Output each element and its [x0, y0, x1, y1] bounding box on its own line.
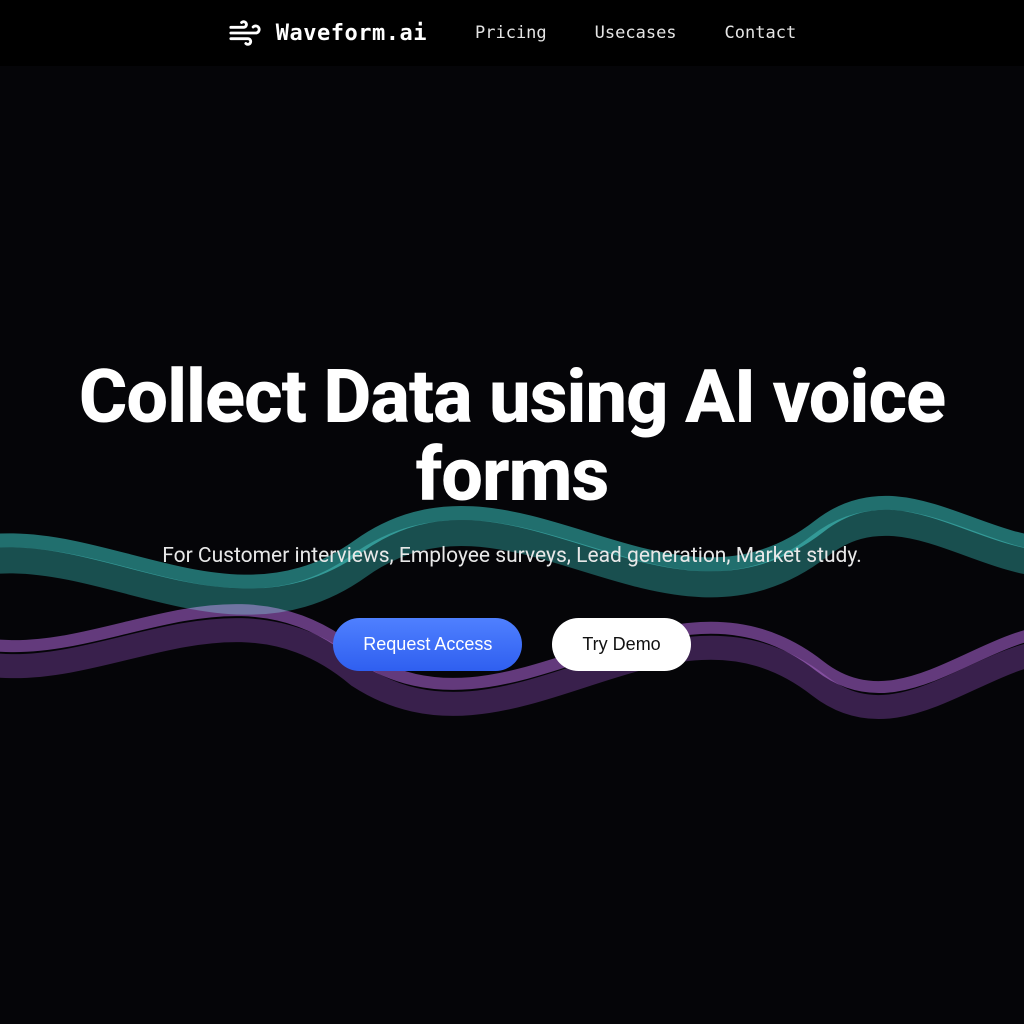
hero-section: Collect Data using AI voice forms For Cu… [0, 66, 1024, 1024]
nav-link-pricing[interactable]: Pricing [475, 23, 547, 43]
wind-icon [228, 16, 262, 50]
cta-row: Request Access Try Demo [333, 618, 690, 671]
brand[interactable]: Waveform.ai [228, 16, 427, 50]
request-access-button[interactable]: Request Access [333, 618, 522, 671]
nav-link-contact[interactable]: Contact [725, 23, 797, 43]
try-demo-button[interactable]: Try Demo [552, 618, 690, 671]
nav-links: Pricing Usecases Contact [475, 23, 796, 43]
hero-headline: Collect Data using AI voice forms [40, 359, 984, 514]
brand-name: Waveform.ai [276, 21, 427, 46]
hero-subhead: For Customer interviews, Employee survey… [162, 544, 862, 568]
top-nav: Waveform.ai Pricing Usecases Contact [0, 0, 1024, 66]
nav-link-usecases[interactable]: Usecases [595, 23, 677, 43]
